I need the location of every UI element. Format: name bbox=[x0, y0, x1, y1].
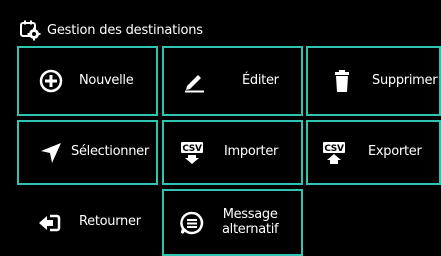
new-button[interactable]: Nouvelle bbox=[17, 46, 158, 116]
alt-message-button[interactable]: Message alternatif bbox=[162, 189, 303, 256]
csv-export-icon: CSV bbox=[323, 141, 345, 164]
alt-message-label-line2: alternatif bbox=[222, 221, 279, 237]
export-button[interactable]: CSV Exporter bbox=[306, 120, 441, 185]
import-button[interactable]: CSV Importer bbox=[162, 120, 303, 185]
export-button-label: Exporter bbox=[368, 144, 422, 160]
page-header: Gestion des destinations bbox=[17, 17, 441, 43]
select-button[interactable]: Sélectionner bbox=[17, 120, 158, 185]
csv-import-icon: CSV bbox=[181, 141, 203, 164]
location-arrow-icon bbox=[41, 142, 61, 163]
message-icon bbox=[180, 211, 204, 234]
back-arrow-icon bbox=[39, 214, 61, 231]
alt-message-label-line1: Message bbox=[222, 206, 278, 222]
back-button[interactable]: Retourner bbox=[17, 189, 158, 256]
calendar-gear-icon bbox=[20, 20, 41, 41]
plus-circle-icon bbox=[39, 69, 63, 93]
new-button-label: Nouvelle bbox=[79, 72, 134, 88]
pencil-icon bbox=[185, 75, 204, 93]
edit-button[interactable]: Éditer bbox=[162, 46, 303, 116]
select-button-label: Sélectionner bbox=[71, 144, 149, 160]
svg-text:CSV: CSV bbox=[182, 144, 202, 154]
page-title: Gestion des destinations bbox=[47, 22, 203, 38]
svg-text:CSV: CSV bbox=[324, 144, 344, 154]
delete-button[interactable]: Supprimer bbox=[306, 46, 441, 116]
back-button-label: Retourner bbox=[79, 214, 141, 230]
alt-message-button-label: Message alternatif bbox=[222, 206, 279, 238]
trash-icon bbox=[335, 70, 349, 92]
import-button-label: Importer bbox=[224, 144, 279, 160]
delete-button-label: Supprimer bbox=[372, 72, 438, 88]
edit-button-label: Éditer bbox=[242, 72, 279, 88]
